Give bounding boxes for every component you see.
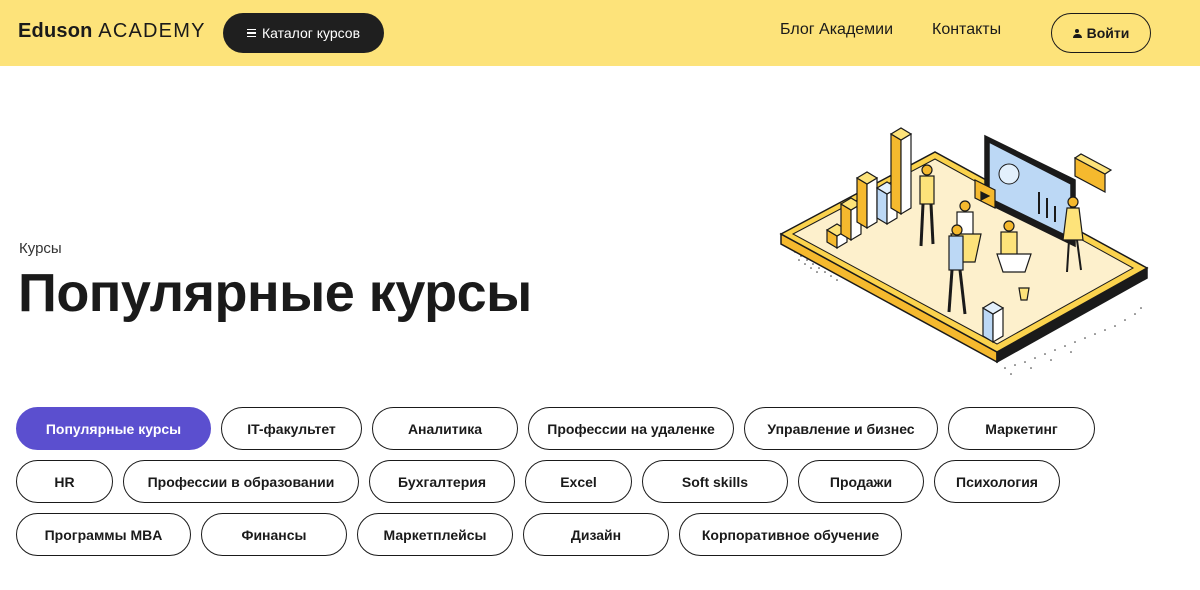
category-chip-remote[interactable]: Профессии на удаленке [528, 407, 734, 450]
chip-row: HR Профессии в образовании Бухгалтерия E… [16, 460, 1126, 503]
category-chip-design[interactable]: Дизайн [523, 513, 669, 556]
user-icon [1072, 28, 1082, 38]
login-button-label: Войти [1086, 25, 1130, 41]
chip-row: Популярные курсы IT-факультет Аналитика … [16, 407, 1126, 450]
category-chip-education[interactable]: Профессии в образовании [123, 460, 359, 503]
category-chip-soft-skills[interactable]: Soft skills [642, 460, 788, 503]
category-chip-analytics[interactable]: Аналитика [372, 407, 518, 450]
category-chip-accounting[interactable]: Бухгалтерия [369, 460, 515, 503]
logo-brand: Eduson [18, 20, 93, 42]
catalog-button-label: Каталог курсов [261, 25, 361, 41]
hero-illustration [779, 127, 1149, 375]
category-chip-marketplaces[interactable]: Маркетплейсы [357, 513, 513, 556]
category-chip-marketing[interactable]: Маркетинг [948, 407, 1095, 450]
category-chip-management[interactable]: Управление и бизнес [744, 407, 938, 450]
catalog-button[interactable]: Каталог курсов [223, 13, 384, 53]
top-header: Eduson ACADEMY Каталог курсов Блог Акаде… [0, 0, 1200, 66]
category-chip-sales[interactable]: Продажи [798, 460, 924, 503]
menu-icon [246, 28, 256, 38]
breadcrumb[interactable]: Курсы [19, 240, 62, 257]
nav-link-contacts[interactable]: Контакты [932, 21, 1001, 39]
category-chip-excel[interactable]: Excel [525, 460, 632, 503]
logo-sub: ACADEMY [98, 20, 206, 42]
chip-row: Программы MBA Финансы Маркетплейсы Дизай… [16, 513, 1126, 556]
logo[interactable]: Eduson ACADEMY [18, 20, 206, 43]
category-chip-it[interactable]: IT-факультет [221, 407, 362, 450]
page-title: Популярные курсы [18, 263, 532, 323]
category-chips: Популярные курсы IT-факультет Аналитика … [16, 407, 1126, 566]
category-chip-hr[interactable]: HR [16, 460, 113, 503]
nav-link-blog[interactable]: Блог Академии [780, 21, 893, 39]
category-chip-corporate[interactable]: Корпоративное обучение [679, 513, 902, 556]
category-chip-mba[interactable]: Программы MBA [16, 513, 191, 556]
category-chip-psychology[interactable]: Психология [934, 460, 1060, 503]
category-chip-finance[interactable]: Финансы [201, 513, 347, 556]
category-chip-popular[interactable]: Популярные курсы [16, 407, 211, 450]
login-button[interactable]: Войти [1051, 13, 1151, 53]
